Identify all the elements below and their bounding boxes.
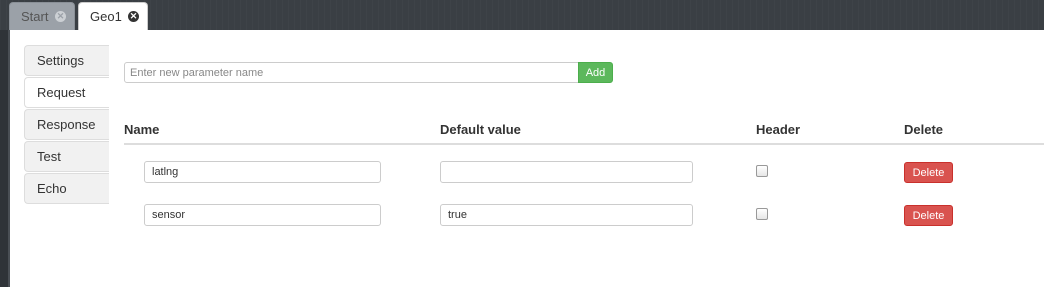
tab-label: Start [21,9,49,24]
table-header-divider [124,143,1044,145]
new-parameter-input[interactable] [124,62,579,83]
tab-bar: Start ✕ Geo1 ✕ [0,0,1044,30]
column-header-default-value: Default value [440,122,521,137]
param-default-value-input[interactable] [440,204,693,226]
tab-geo1[interactable]: Geo1 ✕ [78,2,148,30]
nav-item-echo[interactable]: Echo [24,173,109,204]
left-edge [0,30,8,287]
side-nav: Settings Request Response Test Echo [24,45,109,205]
delete-parameter-button[interactable]: Delete [904,205,953,226]
column-header-name: Name [124,122,160,137]
param-name-input[interactable] [144,161,381,183]
delete-parameter-button[interactable]: Delete [904,162,953,183]
nav-item-test[interactable]: Test [24,141,109,172]
column-header-delete: Delete [904,122,944,137]
param-default-value-input[interactable] [440,161,693,183]
tab-start[interactable]: Start ✕ [9,2,75,30]
header-checkbox[interactable] [756,208,768,220]
column-header-header: Header [756,122,801,137]
nav-item-settings[interactable]: Settings [24,45,109,76]
add-parameter-button[interactable]: Add [578,62,613,83]
header-checkbox[interactable] [756,165,768,177]
close-icon[interactable]: ✕ [128,11,139,22]
nav-item-response[interactable]: Response [24,109,109,140]
close-icon[interactable]: ✕ [55,11,66,22]
tab-label: Geo1 [90,9,122,24]
param-name-input[interactable] [144,204,381,226]
nav-item-request[interactable]: Request [24,77,109,108]
